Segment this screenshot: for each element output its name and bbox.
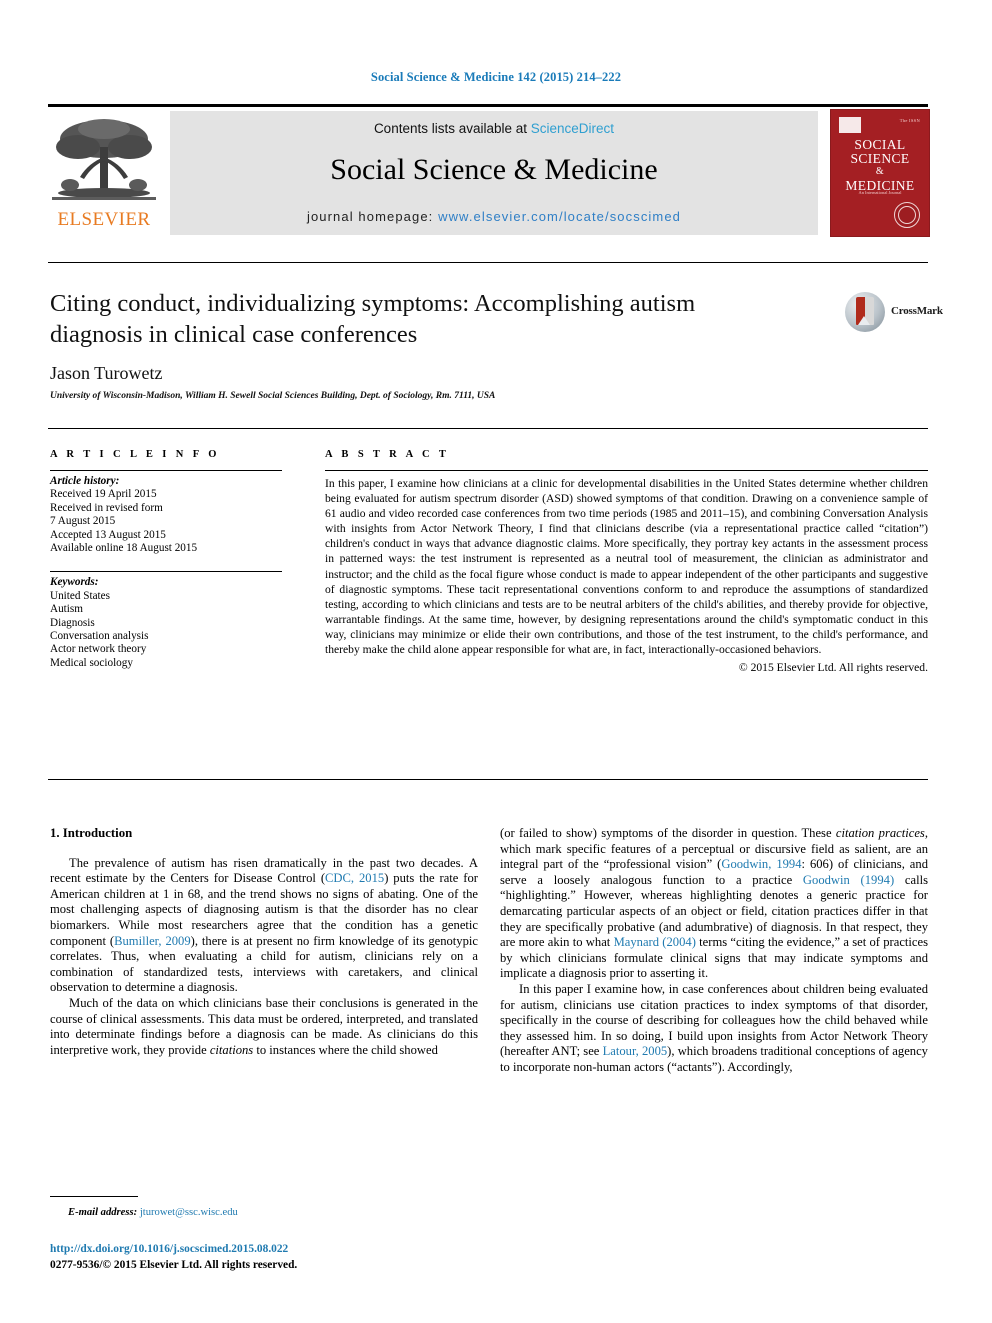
running-head: Social Science & Medicine 142 (2015) 214…: [370, 70, 622, 84]
crossmark-arrow-icon: [858, 316, 870, 325]
paragraph: The prevalence of autism has risen drama…: [50, 855, 478, 995]
emphasis: citations: [209, 1042, 254, 1057]
elsevier-logo: ELSEVIER: [48, 111, 160, 235]
author-affiliation: University of Wisconsin-Madison, William…: [50, 391, 496, 401]
abstract-divider: [325, 470, 928, 471]
cover-publisher-mark: [839, 117, 861, 133]
homepage-link[interactable]: www.elsevier.com/locate/socscimed: [438, 209, 681, 224]
title-divider: [48, 262, 928, 263]
journal-title: Social Science & Medicine: [330, 153, 658, 186]
citation-link[interactable]: Maynard (2004): [614, 935, 696, 949]
keywords-divider: [50, 571, 282, 573]
corresponding-email-note: E-mail address: jturowet@ssc.wisc.edu: [68, 1207, 238, 1218]
citation-link[interactable]: CDC, 2015: [325, 871, 384, 885]
history-item: Available online 18 August 2015: [50, 542, 198, 555]
article-page: Social Science & Medicine 142 (2015) 214…: [0, 0, 992, 1323]
keyword-item: Diagnosis: [50, 616, 95, 629]
sciencedirect-band: Contents lists available at ScienceDirec…: [170, 111, 818, 235]
abstract-copyright: © 2015 Elsevier Ltd. All rights reserved…: [738, 661, 928, 675]
email-label: E-mail address:: [68, 1207, 138, 1218]
cover-title-line1: SOCIAL: [854, 137, 906, 152]
keyword-item: Medical sociology: [50, 656, 133, 669]
keyword-item: Conversation analysis: [50, 630, 149, 643]
section-heading-introduction: 1. Introduction: [50, 826, 133, 840]
history-item: 7 August 2015: [50, 515, 116, 528]
page-title: Citing conduct, individualizing symptoms…: [50, 290, 696, 348]
keyword-item: Actor network theory: [50, 643, 147, 656]
contents-prefix: Contents lists available at: [373, 121, 531, 136]
doi-link[interactable]: http://dx.doi.org/10.1016/j.socscimed.20…: [50, 1243, 288, 1255]
article-info-heading: A R T I C L E I N F O: [50, 449, 220, 460]
history-item: Accepted 13 August 2015: [50, 528, 166, 541]
info-section-bottom-divider: [48, 779, 928, 780]
journal-cover-thumbnail: The ISSN SOCIAL SCIENCE & MEDICINE An In…: [830, 109, 930, 237]
footnote-divider: [50, 1196, 138, 1197]
cover-tagline: An International Journal: [858, 190, 902, 195]
elsevier-wordmark: ELSEVIER: [57, 209, 151, 230]
cover-seal-icon: [894, 202, 920, 228]
article-info-column: Article history: Received 19 April 2015 …: [50, 470, 282, 670]
abstract-column: In this paper, I examine how clinicians …: [325, 470, 928, 674]
keywords-label: Keywords:: [50, 576, 99, 589]
keywords-block: Keywords: United States Autism Diagnosis…: [50, 576, 282, 670]
journal-masthead: ELSEVIER Contents lists available at Sci…: [48, 104, 930, 237]
article-history-block: Article history: Received 19 April 2015 …: [50, 475, 282, 555]
paragraph: Much of the data on which clinicians bas…: [50, 995, 478, 1057]
cover-corner-note: The ISSN: [899, 118, 920, 123]
crossmark-icon: [845, 292, 885, 332]
citation-link[interactable]: Latour, 2005: [603, 1044, 668, 1058]
cover-title-line2: SCIENCE: [850, 150, 910, 166]
homepage-prefix: journal homepage:: [306, 209, 439, 224]
abstract-heading: A B S T R A C T: [325, 449, 450, 460]
info-section-top-divider: [48, 428, 928, 429]
keyword-item: Autism: [50, 603, 83, 616]
cover-title-line3: &: [875, 166, 885, 177]
body-column-left: 1. Introduction The prevalence of autism…: [50, 826, 478, 1058]
article-history-divider: [50, 470, 282, 471]
emphasis: citation practices: [835, 826, 925, 840]
journal-homepage-line: journal homepage: www.elsevier.com/locat…: [170, 209, 818, 224]
citation-link[interactable]: Goodwin (1994): [803, 873, 894, 887]
email-link[interactable]: jturowet@ssc.wisc.edu: [140, 1207, 238, 1218]
sciencedirect-link[interactable]: ScienceDirect: [531, 121, 614, 136]
paragraph: (or failed to show) symptoms of the diso…: [500, 826, 929, 981]
paragraph: In this paper I examine how, in case con…: [500, 981, 928, 1074]
contents-line: Contents lists available at ScienceDirec…: [170, 121, 818, 136]
keyword-item: United States: [50, 589, 110, 602]
crossmark-label: CrossMark: [891, 305, 943, 317]
footer-copyright: 0277-9536/© 2015 Elsevier Ltd. All right…: [50, 1259, 298, 1271]
body-column-right: (or failed to show) symptoms of the diso…: [500, 826, 928, 1076]
article-history-label: Article history:: [50, 475, 120, 487]
history-item: Received 19 April 2015: [50, 488, 157, 501]
citation-link[interactable]: Goodwin, 1994: [721, 857, 801, 871]
author-name: Jason Turowetz: [50, 363, 163, 383]
elsevier-tree-icon: [52, 119, 156, 200]
history-item: Received in revised form: [50, 501, 163, 514]
cover-title: SOCIAL SCIENCE & MEDICINE: [831, 138, 929, 192]
citation-link[interactable]: Bumiller, 2009: [114, 934, 191, 948]
abstract-text: In this paper, I examine how clinicians …: [325, 477, 928, 657]
crossmark-badge[interactable]: CrossMark: [845, 292, 943, 336]
